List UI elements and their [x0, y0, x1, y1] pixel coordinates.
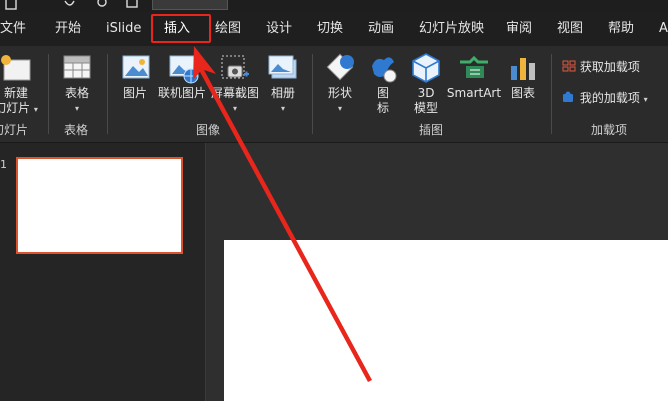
online-picture-button[interactable]: 联机图片 — [156, 86, 208, 101]
3d-model-label-2: 模型 — [413, 101, 438, 115]
shapes-label: 形状 — [327, 86, 352, 100]
3d-model-button[interactable]: 3D 模型 — [410, 86, 442, 116]
divider — [48, 54, 49, 134]
icons-label-2: 标 — [376, 101, 389, 115]
qat-dropdown[interactable] — [152, 0, 228, 10]
chevron-down-icon: ▾ — [280, 104, 285, 113]
group-label-illustrations: 插图 — [419, 123, 444, 137]
picture-label: 图片 — [122, 86, 147, 100]
tab-help[interactable]: 帮助 — [608, 12, 634, 46]
get-addins-button[interactable]: 获取加载项 — [562, 60, 640, 75]
ribbon-tabs: 文件 开始 iSlide 插入 绘图 设计 切换 动画 幻灯片放映 审阅 视图 … — [0, 12, 668, 46]
table-icon — [63, 55, 91, 79]
tab-file[interactable]: 文件 — [0, 12, 26, 46]
shapes-icon — [326, 53, 354, 81]
smartart-label: SmartArt — [446, 86, 502, 100]
save-icon[interactable] — [4, 0, 18, 11]
my-addins-button[interactable]: 我的加载项 ▾ — [562, 91, 648, 107]
chevron-down-icon: ▾ — [33, 105, 38, 114]
chart-icon — [511, 58, 535, 80]
online-picture-label: 联机图片 — [157, 86, 206, 100]
chevron-down-icon: ▾ — [643, 95, 648, 104]
slideshow-icon[interactable] — [125, 0, 139, 11]
chevron-down-icon: ▾ — [74, 104, 79, 113]
group-label-images: 图像 — [196, 123, 221, 137]
group-label-addins: 加载项 — [591, 123, 628, 137]
slide-thumbnail[interactable] — [16, 157, 183, 254]
picture-button[interactable]: 图片 — [118, 86, 152, 101]
icons-button[interactable]: 图 标 — [374, 86, 392, 116]
store-icon — [562, 60, 576, 72]
slide-number: 1 — [0, 158, 7, 171]
ribbon-panel: 新建 幻灯片 ▾ 幻灯片 表格 ▾ 表格 图片 联机图片 — [0, 46, 668, 143]
divider — [107, 54, 108, 134]
3d-model-icon — [412, 53, 440, 83]
chevron-down-icon: ▾ — [232, 104, 237, 113]
tab-slideshow[interactable]: 幻灯片放映 — [419, 12, 484, 46]
group-label-tables: 表格 — [64, 123, 89, 137]
chevron-down-icon: ▾ — [337, 104, 342, 113]
new-slide-button[interactable]: 新建 幻灯片 ▾ — [0, 86, 38, 117]
3d-model-label-1: 3D — [417, 86, 435, 100]
chart-label: 图表 — [510, 86, 535, 100]
table-button[interactable]: 表格 ▾ — [60, 86, 94, 116]
get-addins-label: 获取加载项 — [579, 60, 640, 74]
picture-icon — [122, 55, 150, 79]
tab-more[interactable]: A — [659, 12, 668, 46]
tab-islide[interactable]: iSlide — [106, 12, 141, 46]
divider — [312, 54, 313, 134]
quick-access-toolbar — [0, 0, 668, 12]
divider — [551, 54, 552, 134]
screenshot-icon — [221, 55, 249, 79]
tab-transitions[interactable]: 切换 — [317, 12, 343, 46]
tab-review[interactable]: 审阅 — [506, 12, 532, 46]
table-label: 表格 — [64, 86, 89, 100]
online-picture-icon — [169, 55, 199, 84]
redo-icon[interactable] — [95, 0, 109, 11]
smartart-button[interactable]: SmartArt — [446, 86, 502, 101]
tab-view[interactable]: 视图 — [557, 12, 583, 46]
album-label: 相册 — [270, 86, 295, 100]
icons-icon — [372, 57, 397, 83]
my-addins-label: 我的加载项 — [579, 91, 640, 105]
chart-button[interactable]: 图表 — [506, 86, 540, 101]
shapes-button[interactable]: 形状 ▾ — [323, 86, 357, 116]
icons-label-1: 图 — [376, 86, 389, 100]
new-slide-icon — [1, 55, 31, 81]
new-slide-label-1: 新建 — [3, 86, 28, 100]
undo-icon[interactable] — [62, 0, 76, 11]
insert-tab-highlight — [151, 14, 211, 43]
puzzle-icon — [563, 91, 573, 102]
tab-design[interactable]: 设计 — [266, 12, 292, 46]
tab-animations[interactable]: 动画 — [368, 12, 394, 46]
screenshot-button[interactable]: 屏幕截图 ▾ — [210, 86, 260, 116]
tab-home[interactable]: 开始 — [55, 12, 81, 46]
tab-draw[interactable]: 绘图 — [215, 12, 241, 46]
group-label-slides: 幻灯片 — [0, 123, 29, 137]
album-button[interactable]: 相册 ▾ — [266, 86, 300, 116]
slide-canvas[interactable] — [224, 240, 668, 401]
album-icon — [268, 55, 297, 79]
screenshot-label: 屏幕截图 — [210, 86, 259, 100]
new-slide-label-2: 幻灯片 — [0, 101, 31, 115]
smartart-icon — [460, 55, 488, 78]
